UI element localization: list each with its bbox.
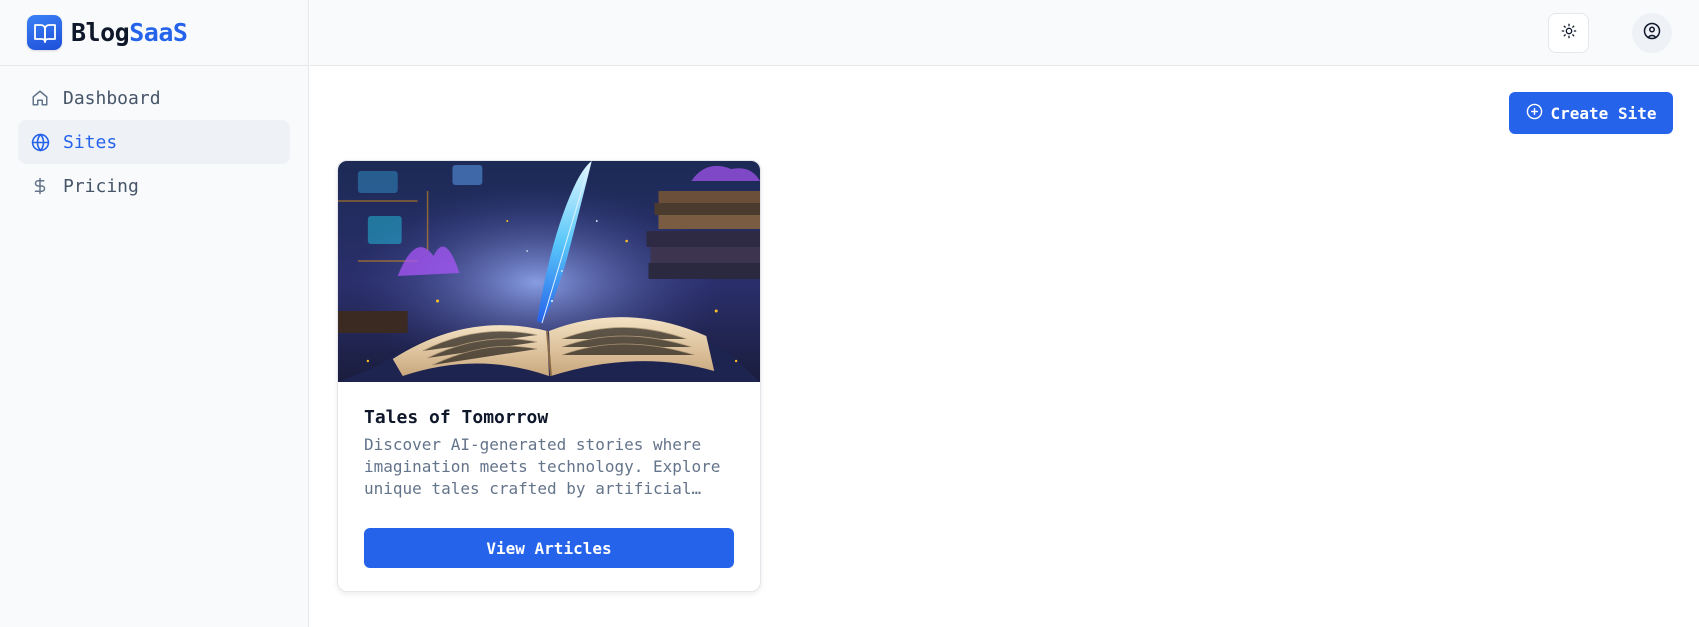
sidebar-item-label: Pricing (63, 175, 139, 197)
sidebar-nav: Dashboard Sites Pricing (0, 66, 308, 218)
site-cover-image (338, 161, 760, 382)
theme-toggle-button[interactable] (1548, 13, 1589, 53)
user-menu-button[interactable] (1632, 13, 1672, 53)
sidebar-item-dashboard[interactable]: Dashboard (18, 76, 290, 120)
create-site-button[interactable]: Create Site (1509, 92, 1673, 134)
sun-icon (1561, 23, 1577, 43)
create-site-label: Create Site (1550, 103, 1657, 123)
sidebar-item-pricing[interactable]: Pricing (18, 164, 290, 208)
brand-name: BlogSaaS (71, 18, 188, 47)
site-card: Tales of Tomorrow Discover AI-generated … (337, 160, 761, 592)
sidebar-item-label: Dashboard (63, 87, 161, 109)
book-open-icon (27, 15, 62, 50)
plus-circle-icon (1526, 103, 1543, 124)
user-circle-icon (1643, 22, 1661, 44)
top-bar (310, 0, 1699, 66)
home-icon (30, 88, 50, 108)
brand-name-part2: SaaS (129, 18, 188, 47)
brand[interactable]: BlogSaaS (0, 0, 308, 66)
site-title: Tales of Tomorrow (364, 407, 549, 428)
site-description: Discover AI-generated stories where imag… (364, 435, 721, 498)
sidebar-item-label: Sites (63, 131, 118, 153)
sidebar-item-sites[interactable]: Sites (18, 120, 290, 164)
dollar-icon (30, 176, 50, 196)
globe-icon (30, 132, 50, 152)
sidebar: BlogSaaS Dashboard Sites Pricing (0, 0, 309, 627)
view-articles-button[interactable]: View Articles (364, 528, 734, 568)
brand-name-part1: Blog (71, 18, 130, 47)
